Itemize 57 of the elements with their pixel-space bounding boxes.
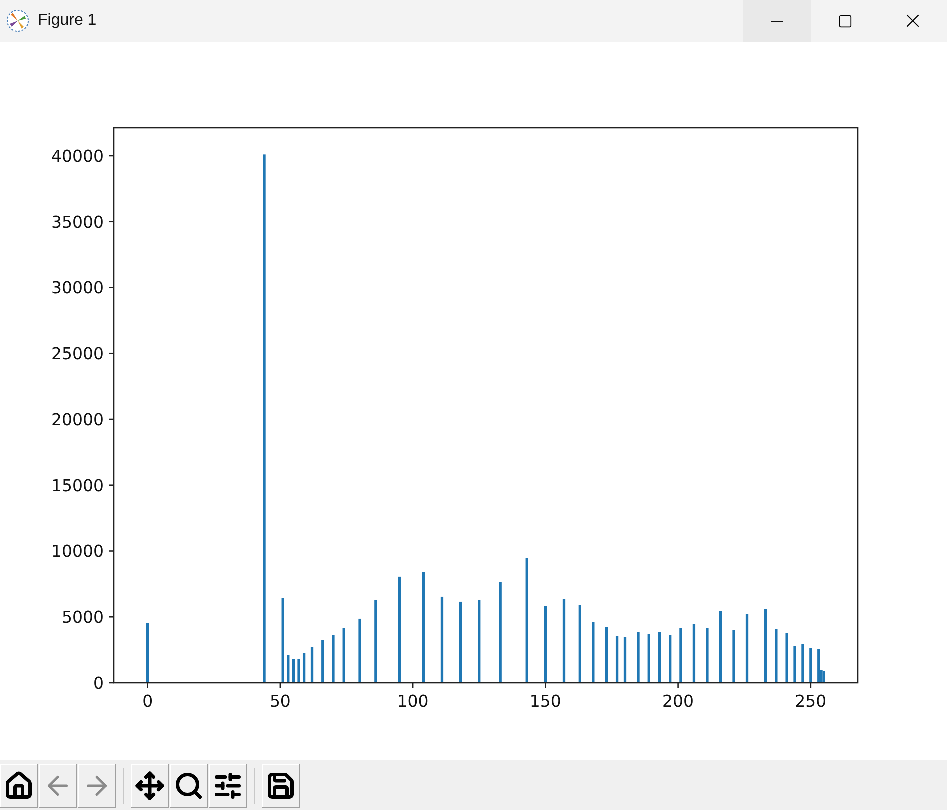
x-tick-label: 150 [530, 692, 562, 711]
window-title: Figure 1 [38, 12, 98, 30]
histogram-bar [605, 627, 608, 683]
minimize-icon [771, 20, 783, 22]
histogram-bar [794, 646, 796, 683]
histogram-bar [706, 628, 709, 683]
y-tick-label: 25000 [52, 344, 104, 364]
y-tick-label: 35000 [52, 212, 104, 232]
search-icon [174, 771, 204, 801]
histogram-bar [298, 659, 300, 683]
y-tick-label: 20000 [52, 410, 104, 430]
histogram-bar [719, 611, 722, 683]
histogram-bar [342, 628, 346, 683]
x-tick-label: 100 [397, 692, 429, 711]
home-button[interactable] [0, 764, 38, 808]
histogram-bar [616, 636, 619, 683]
histogram-bar [624, 637, 627, 683]
x-tick-label: 200 [662, 692, 694, 711]
y-tick-label: 5000 [62, 608, 104, 628]
configure-button[interactable] [209, 764, 247, 808]
histogram-bar [292, 659, 296, 683]
pan-button[interactable] [131, 764, 169, 808]
histogram-bar [146, 623, 150, 683]
histogram-bar [786, 633, 788, 683]
histogram-bar [358, 618, 362, 683]
histogram-bar [810, 648, 812, 683]
histogram-bar [648, 634, 650, 683]
x-tick-label: 250 [795, 692, 827, 711]
y-tick-label: 0 [94, 674, 104, 693]
app-logo-icon [6, 9, 30, 33]
x-tick-label: 0 [142, 692, 154, 711]
histogram-bar [637, 632, 640, 683]
zoom-button[interactable] [170, 764, 208, 808]
y-tick-label: 40000 [52, 147, 104, 166]
histogram-bar [669, 635, 672, 683]
sliders-icon [213, 771, 243, 801]
histogram-bar [287, 655, 290, 683]
y-tick-label: 15000 [52, 476, 104, 496]
histogram-bar [692, 624, 696, 683]
save-button[interactable] [262, 764, 300, 808]
move-icon [135, 771, 165, 801]
histogram-bar [680, 628, 682, 683]
histogram-bar [658, 632, 662, 683]
histogram-bar [775, 629, 778, 683]
histogram-bar [310, 647, 314, 683]
histogram-bar [332, 635, 335, 683]
histogram-bar [322, 640, 324, 683]
y-tick-label: 10000 [52, 542, 104, 562]
maximize-icon [838, 14, 852, 28]
x-tick-label: 50 [270, 692, 291, 711]
histogram-bar [802, 644, 804, 683]
y-tick-label: 30000 [52, 278, 104, 298]
histogram-bar [303, 653, 306, 683]
home-icon [4, 771, 34, 801]
histogram-bar [592, 622, 595, 683]
histogram-bar [746, 614, 749, 683]
histogram-bar [732, 630, 736, 683]
